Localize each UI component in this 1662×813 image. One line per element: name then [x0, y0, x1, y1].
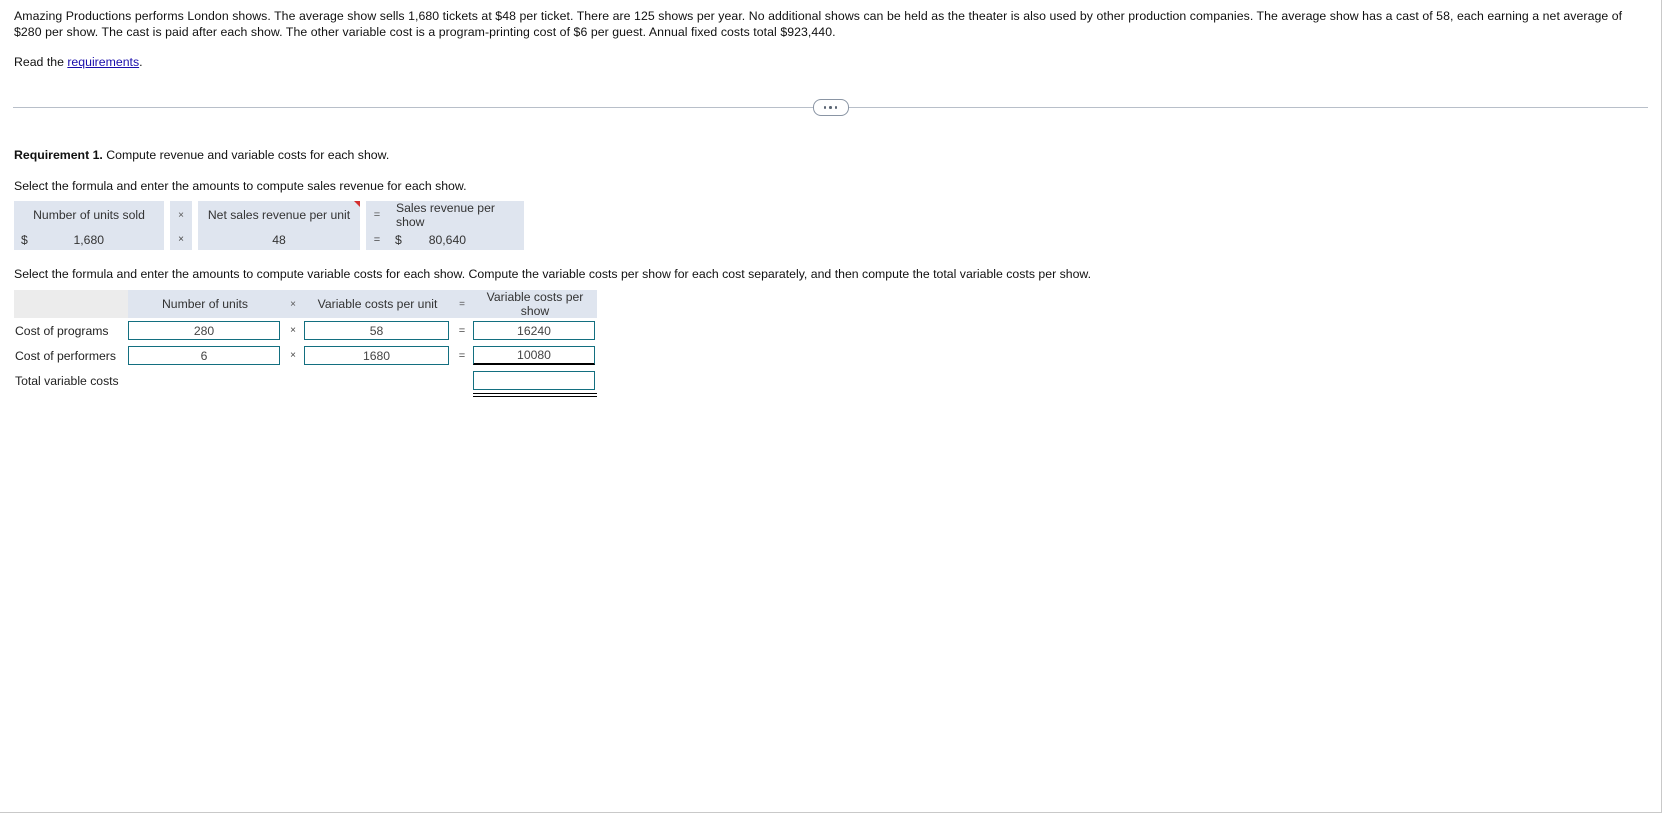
cell-sales-revenue-per-show: $ 80,640: [388, 229, 524, 250]
header-number-of-units: Number of units: [128, 290, 282, 318]
header-units-sold: Number of units sold: [14, 201, 164, 229]
spacer: [282, 368, 304, 393]
input-result-cost-of-programs[interactable]: [473, 321, 595, 340]
op-equals-programs: =: [458, 324, 466, 337]
cell-result-programs: [473, 318, 597, 343]
row-label-cost-of-programs: Cost of programs: [15, 323, 109, 338]
op-times-programs: ×: [290, 325, 296, 336]
cell-result-performers: [473, 343, 597, 368]
table-header-row: Number of units × Variable costs per uni…: [14, 290, 597, 318]
input-units-cost-of-performers[interactable]: [128, 346, 280, 365]
header-op-equals: =: [366, 201, 388, 229]
requirements-link[interactable]: requirements: [67, 55, 139, 69]
problem-section: Amazing Productions performs London show…: [0, 0, 1661, 70]
table-value-row: $ 1,680 × 48 = $ 80,640: [14, 229, 524, 250]
read-requirements-line: Read the requirements.: [14, 54, 1649, 70]
cell-per-unit-programs: [304, 318, 451, 343]
spacer: [304, 368, 451, 393]
value-sales-revenue-per-show: 80,640: [428, 232, 466, 247]
cell-units-performers: [128, 343, 282, 368]
table-total-row: Total variable costs: [14, 368, 597, 397]
cell-total-variable-costs: [473, 368, 597, 397]
read-prefix: Read the: [14, 55, 68, 69]
requirement-label: Requirement 1.: [14, 148, 103, 162]
read-suffix: .: [139, 55, 143, 69]
dot-2: [829, 106, 832, 109]
requirement-heading: Requirement 1. Compute revenue and varia…: [14, 148, 1649, 162]
cell-units-sold: $ 1,680: [14, 229, 164, 250]
value-net-sales-revenue-per-unit: 48: [272, 232, 286, 247]
header-op-times: ×: [282, 290, 304, 318]
input-result-cost-of-performers[interactable]: [473, 346, 595, 365]
header-variable-costs-per-show: Variable costs per show: [473, 290, 597, 318]
comment-flag-icon: [354, 201, 360, 207]
requirement-title: Compute revenue and variable costs for e…: [102, 148, 390, 162]
value-op-times: ×: [170, 229, 192, 250]
value-units-sold: 1,680: [73, 232, 105, 247]
header-sales-revenue-per-show: Sales revenue per show: [388, 201, 524, 229]
table-row: Cost of performers × =: [14, 343, 597, 368]
input-per-unit-cost-of-performers[interactable]: [304, 346, 449, 365]
expand-collapse-dots-icon[interactable]: [812, 99, 849, 116]
table-header-row: Number of units sold × Net sales revenue…: [14, 201, 524, 229]
header-op-times: ×: [170, 201, 192, 229]
header-op-equals: =: [451, 290, 473, 318]
op-equals-performers: =: [458, 349, 466, 362]
row-label-total-variable-costs: Total variable costs: [15, 373, 119, 388]
input-units-cost-of-programs[interactable]: [128, 321, 280, 340]
currency-symbol-right: $: [395, 232, 402, 247]
cell-net-sales-revenue-per-unit: 48: [198, 229, 360, 250]
header-net-sales-revenue-per-unit-label: Net sales revenue per unit: [207, 208, 351, 222]
requirement-section: Requirement 1. Compute revenue and varia…: [0, 148, 1661, 397]
problem-statement: Amazing Productions performs London show…: [14, 9, 1623, 39]
section-divider: [0, 97, 1661, 117]
input-total-variable-costs[interactable]: [473, 371, 595, 390]
spacer: [451, 368, 473, 393]
instruction-variable-costs: Select the formula and enter the amounts…: [14, 267, 1092, 281]
header-variable-costs-per-unit: Variable costs per unit: [304, 290, 451, 318]
cell-per-unit-performers: [304, 343, 451, 368]
input-per-unit-cost-of-programs[interactable]: [304, 321, 449, 340]
variable-costs-table: Number of units × Variable costs per uni…: [14, 290, 597, 397]
currency-symbol-left: $: [21, 232, 28, 247]
value-op-equals: =: [366, 229, 388, 250]
worksheet-page: Amazing Productions performs London show…: [0, 0, 1662, 813]
table-row: Cost of programs × =: [14, 318, 597, 343]
op-times-performers: ×: [290, 350, 296, 361]
dot-1: [823, 106, 827, 109]
header-blank: [14, 290, 128, 318]
sales-revenue-table: Number of units sold × Net sales revenue…: [14, 201, 524, 250]
cell-units-programs: [128, 318, 282, 343]
spacer: [128, 368, 282, 393]
instruction-sales: Select the formula and enter the amounts…: [14, 179, 467, 193]
row-label-cost-of-performers: Cost of performers: [15, 348, 116, 363]
header-net-sales-revenue-per-unit: Net sales revenue per unit: [198, 201, 360, 229]
dot-3: [834, 106, 838, 109]
